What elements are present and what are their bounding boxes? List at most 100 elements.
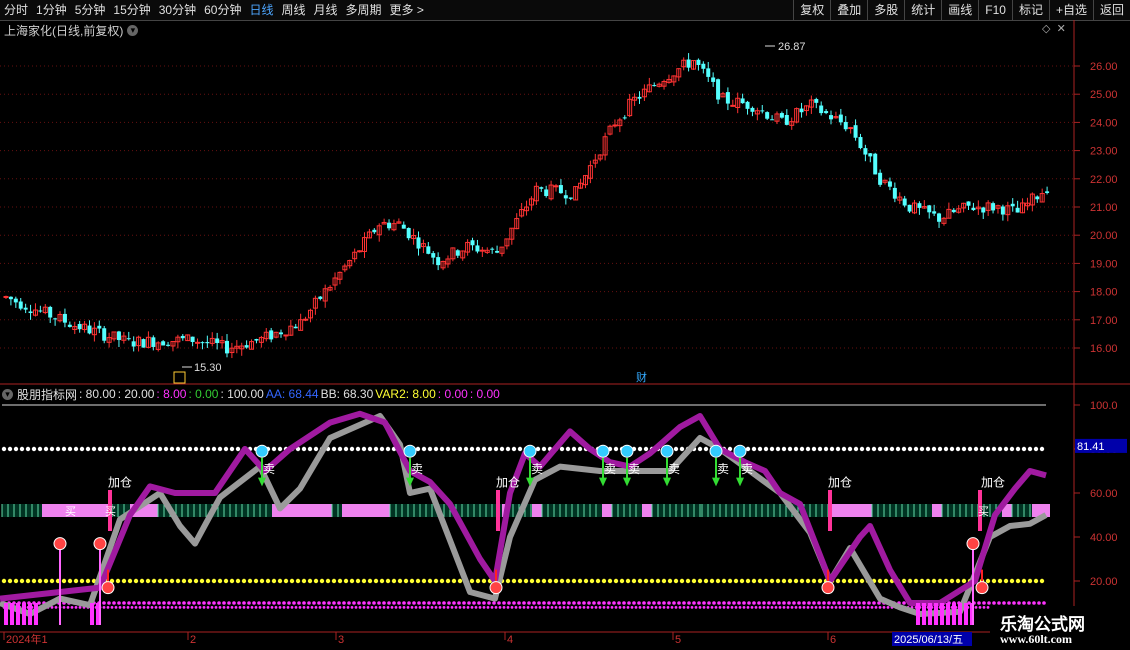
level-8-dots [758, 606, 762, 609]
candle-body [568, 197, 573, 199]
level-8-dots [478, 606, 482, 609]
level-10-dots [427, 601, 431, 605]
candle-body [18, 301, 23, 309]
sell-arrowhead [599, 477, 607, 487]
level-10-dots [342, 601, 346, 605]
finance-marker: 财 [636, 370, 647, 384]
chevron-down-icon[interactable]: ▾ [2, 388, 13, 400]
candle-body [612, 124, 618, 127]
level-20-dots [517, 578, 523, 584]
sell-ball-icon [523, 444, 537, 458]
date-label: 3 [338, 634, 344, 646]
level-80-dots [889, 446, 895, 452]
level-80-dots [919, 446, 925, 452]
level-20-dots [7, 578, 13, 584]
level-8-dots [338, 606, 342, 609]
candle-body [932, 211, 937, 214]
level-8-dots [554, 606, 558, 609]
candle-body [887, 181, 892, 187]
level-20-dots [835, 578, 841, 584]
level-80-dots [187, 446, 193, 452]
price-tick-label: 19.00 [1090, 258, 1118, 270]
level-10-dots [772, 601, 776, 605]
candle-body [819, 105, 824, 114]
level-10-dots [732, 601, 736, 605]
level-80-dots [1033, 446, 1039, 452]
indicator-value: : 0.00 [437, 387, 468, 401]
level-10-dots [267, 601, 271, 605]
level-80-dots [127, 446, 133, 452]
chart-canvas[interactable]: 26.00 25.00 24.00 23.00 22.00 21.00 20.00 19.00… [0, 0, 1130, 650]
level-20-dots [451, 578, 457, 584]
level-10-dots [767, 601, 771, 605]
level-10-dots [552, 601, 556, 605]
level-8-dots [114, 606, 118, 609]
level-8-dots [178, 606, 182, 609]
level-80-dots [31, 446, 37, 452]
level-80-dots [925, 446, 931, 452]
level-10-dots [692, 601, 696, 605]
sell-arrowhead [623, 477, 631, 487]
level-10-dots [332, 601, 336, 605]
level-8-dots [654, 606, 658, 609]
level-8-dots [794, 606, 798, 609]
level-8-dots [414, 606, 418, 609]
level-20-dots [139, 578, 145, 584]
level-10-dots [442, 601, 446, 605]
level-20-dots [841, 578, 847, 584]
level-8-dots [870, 606, 874, 609]
candle-body [868, 153, 873, 157]
level-10-dots [127, 601, 131, 605]
sell-label: 卖 [668, 462, 680, 476]
level-10-dots [722, 601, 726, 605]
level-8-dots [354, 606, 358, 609]
level-8-dots [810, 606, 814, 609]
level-8-dots [406, 606, 410, 609]
level-8-dots [282, 606, 286, 609]
level-8-dots [126, 606, 130, 609]
level-8-dots [182, 606, 186, 609]
level-10-dots [122, 601, 126, 605]
level-10-dots [742, 601, 746, 605]
level-8-dots [686, 606, 690, 609]
level-8-dots [430, 606, 434, 609]
level-8-dots [462, 606, 466, 609]
hist-bar [90, 603, 94, 625]
level-8-dots [446, 606, 450, 609]
level-20-dots [85, 578, 91, 584]
level-10-dots [1032, 601, 1036, 605]
candle-body [760, 110, 765, 112]
level-80-dots [877, 446, 883, 452]
add-position-label: 加仓 [981, 475, 1005, 489]
level-8-dots [626, 606, 630, 609]
level-20-dots [223, 578, 229, 584]
level-20-dots [427, 578, 433, 584]
candle-body [907, 204, 912, 212]
level-8-dots [578, 606, 582, 609]
level-10-dots [557, 601, 561, 605]
price-tick-label: 18.00 [1090, 287, 1118, 299]
candle-body [971, 207, 976, 211]
level-8-dots [786, 606, 790, 609]
candle-body [716, 79, 721, 100]
level-8-dots [590, 606, 594, 609]
candle-body [293, 326, 298, 329]
level-20-dots [133, 578, 139, 584]
level-80-dots [937, 446, 943, 452]
level-20-dots [997, 578, 1003, 584]
level-8-dots [186, 606, 190, 609]
level-8-dots [294, 606, 298, 609]
level-20-dots [703, 578, 709, 584]
level-20-dots [715, 578, 721, 584]
level-20-dots [769, 578, 775, 584]
level-20-dots [601, 578, 607, 584]
level-80-dots [961, 446, 967, 452]
level-8-dots [470, 606, 474, 609]
level-8-dots [78, 606, 82, 609]
level-10-dots [592, 601, 596, 605]
level-8-dots [802, 606, 806, 609]
level-8-dots [978, 606, 982, 609]
level-20-dots [79, 578, 85, 584]
level-20-dots [433, 578, 439, 584]
level-8-dots [134, 606, 138, 609]
